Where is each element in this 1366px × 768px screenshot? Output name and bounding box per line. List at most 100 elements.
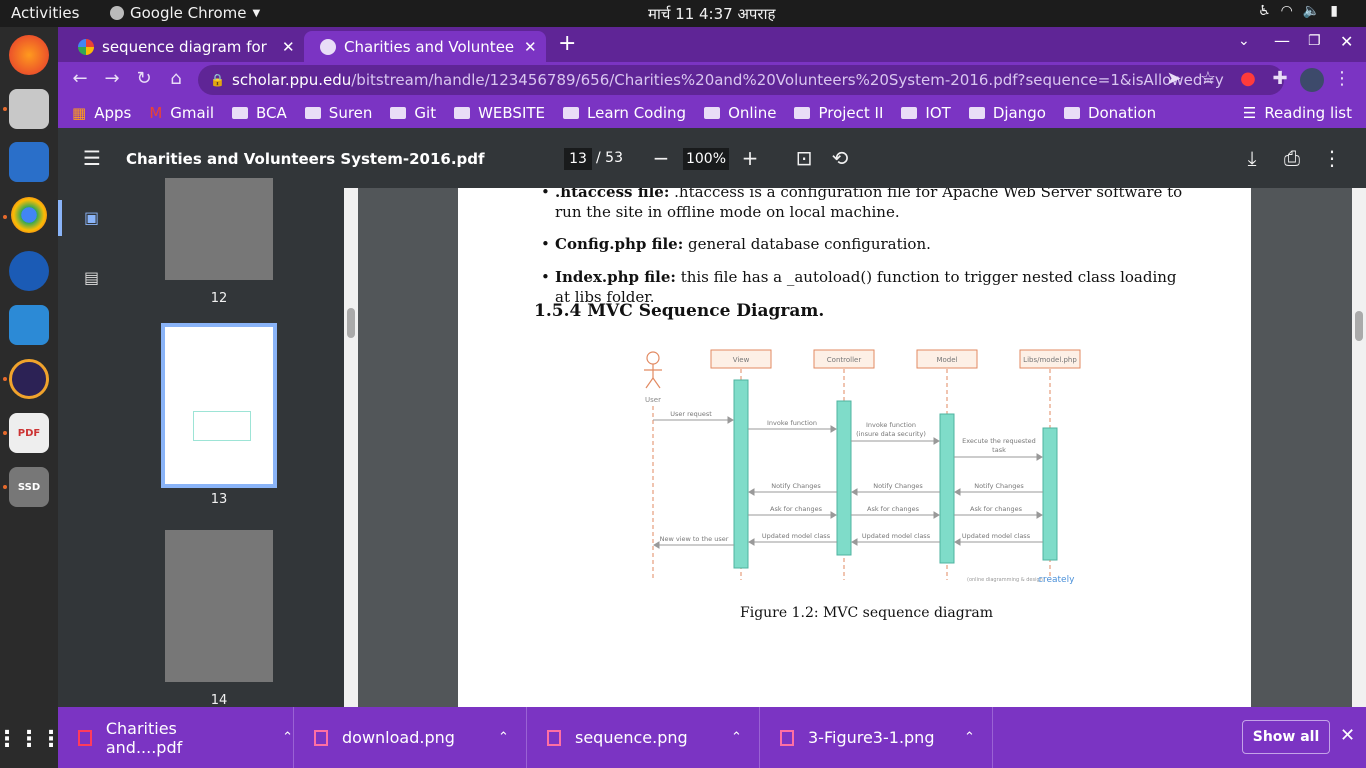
download-item[interactable]: sequence.png ⌃ <box>527 707 760 768</box>
sidebar-scrollbar[interactable] <box>344 188 358 707</box>
maximize-button[interactable]: ❐ <box>1308 33 1321 49</box>
arrowhead <box>830 425 837 433</box>
home-icon[interactable]: ⌂ <box>164 68 188 92</box>
new-tab-button[interactable]: + <box>558 31 576 56</box>
forward-icon[interactable]: → <box>100 68 124 92</box>
eclipse-icon[interactable] <box>9 359 49 399</box>
ssd-icon[interactable]: SSD <box>9 467 49 507</box>
bookmark-learn-coding[interactable]: Learn Coding <box>563 104 686 122</box>
firefox-icon[interactable] <box>9 35 49 75</box>
viewer-icon[interactable]: PDF <box>9 413 49 453</box>
avatar[interactable] <box>1300 68 1324 92</box>
print-icon[interactable]: ⎙ <box>1280 146 1304 170</box>
system-tray[interactable]: ♿ ◠ 🔈 ▮ <box>1258 3 1338 19</box>
chevron-up-icon[interactable]: ⌃ <box>498 730 509 745</box>
app-grid-icon[interactable]: ⋮⋮⋮ <box>0 719 62 759</box>
show-all-button[interactable]: Show all <box>1242 720 1330 754</box>
arrowhead <box>653 541 660 549</box>
image-icon[interactable]: ▣ <box>84 208 99 227</box>
download-filename: sequence.png <box>575 728 688 747</box>
app-menu[interactable]: Google Chrome ▼ <box>110 4 260 22</box>
more-icon[interactable]: ⋮ <box>1320 146 1344 170</box>
clock[interactable]: मार्च 11 4:37 अपराह <box>648 4 775 24</box>
thumbnail-view-icon[interactable] <box>58 200 62 236</box>
section-heading: 1.5.4 MVC Sequence Diagram. <box>534 301 825 321</box>
folder-icon <box>390 107 407 119</box>
bookmark-suren[interactable]: Suren <box>304 104 372 122</box>
bookmark-project-ii[interactable]: Project II <box>794 104 883 122</box>
message-label: Notify Changes <box>873 482 923 490</box>
files-icon[interactable] <box>9 89 49 129</box>
zoom-in-icon[interactable]: + <box>738 146 762 170</box>
bookmark-website[interactable]: WEBSITE <box>454 104 545 122</box>
bookmark-donation[interactable]: Donation <box>1063 104 1157 122</box>
fit-page-icon[interactable]: ⊡ <box>792 146 816 170</box>
page-thumbnail[interactable] <box>165 530 273 682</box>
bookmark-star-icon[interactable]: ☆ <box>1196 68 1220 92</box>
chevron-up-icon[interactable]: ⌃ <box>731 730 742 745</box>
app-icon[interactable] <box>9 251 49 291</box>
address-bar[interactable]: 🔒 scholar.ppu.edu/bitstream/handle/12345… <box>198 65 1284 95</box>
dock: PDF SSD ⋮⋮⋮ <box>0 27 62 768</box>
download-item[interactable]: download.png ⌃ <box>294 707 527 768</box>
chevron-up-icon[interactable]: ⌃ <box>964 730 975 745</box>
tab-search-icon[interactable]: ⌄ <box>1238 33 1250 49</box>
bookmark-apps[interactable]: ▦ Apps <box>72 104 131 122</box>
chevron-down-icon: ▼ <box>252 7 261 19</box>
bookmark-gmail[interactable]: M Gmail <box>149 104 214 122</box>
page-thumbnail[interactable] <box>165 178 273 280</box>
chevron-up-icon[interactable]: ⌃ <box>282 730 293 745</box>
download-item[interactable]: 3-Figure3-1.png ⌃ <box>760 707 993 768</box>
viewer-scrollbar[interactable] <box>1352 188 1366 707</box>
vscode-icon[interactable] <box>9 305 49 345</box>
bookmark-label: Gmail <box>170 104 215 122</box>
image-file-icon <box>780 729 794 746</box>
sidebar-menu-icon[interactable]: ☰ <box>80 146 104 170</box>
chrome-icon[interactable] <box>11 197 47 233</box>
page-number-input[interactable]: 13 <box>564 148 592 170</box>
activities-button[interactable]: Activities <box>11 4 79 22</box>
scroll-thumb[interactable] <box>347 308 355 338</box>
tab-charities-pdf[interactable]: Charities and Volunteers ✕ <box>304 31 546 62</box>
rotate-icon[interactable]: ⟲ <box>828 146 852 170</box>
zoom-input[interactable]: 100% <box>683 148 729 170</box>
bookmark-iot[interactable]: IOT <box>901 104 951 122</box>
close-icon[interactable]: ✕ <box>524 38 537 56</box>
minimize-button[interactable]: — <box>1274 31 1290 50</box>
bookmark-git[interactable]: Git <box>390 104 436 122</box>
image-file-icon <box>314 729 328 746</box>
zoom-out-icon[interactable]: − <box>649 146 673 170</box>
globe-icon <box>320 38 336 55</box>
reading-list-button[interactable]: ☰ Reading list <box>1243 104 1352 122</box>
outline-icon[interactable]: ▤ <box>84 268 99 287</box>
menu-icon[interactable]: ⋮ <box>1330 68 1354 92</box>
battery-icon: ▮ <box>1330 3 1338 19</box>
bookmark-label: Project II <box>818 104 884 122</box>
back-icon[interactable]: ← <box>68 68 92 92</box>
bookmark-bca[interactable]: BCA <box>232 104 287 122</box>
close-icon[interactable]: ✕ <box>282 38 295 56</box>
bookmark-label: Donation <box>1087 104 1157 122</box>
download-filename: download.png <box>342 728 455 747</box>
bookmark-online[interactable]: Online <box>704 104 776 122</box>
writer-icon[interactable] <box>9 142 49 182</box>
extensions-icon[interactable]: ✚ <box>1268 68 1292 92</box>
running-indicator <box>3 377 7 381</box>
reading-list-label: Reading list <box>1264 104 1352 122</box>
scroll-thumb[interactable] <box>1355 311 1363 341</box>
folder-icon <box>563 107 580 119</box>
tab-sequence-diagram[interactable]: sequence diagram for cha ✕ <box>58 31 304 62</box>
reload-icon[interactable]: ↻ <box>132 68 156 92</box>
page-thumbnail-current[interactable] <box>161 323 277 488</box>
message-label: Updated model class <box>762 532 831 540</box>
download-item[interactable]: Charities and....pdf ⌃ <box>58 707 294 768</box>
close-icon[interactable]: ✕ <box>1340 725 1355 746</box>
send-icon[interactable]: ➤ <box>1162 68 1186 92</box>
bookmark-django[interactable]: Django <box>968 104 1046 122</box>
extension-red-icon[interactable]: ● <box>1236 68 1260 92</box>
url-path: /bitstream/handle/123456789/656/Charitie… <box>351 71 1224 89</box>
running-indicator <box>3 107 7 111</box>
close-window-button[interactable]: ✕ <box>1340 32 1353 51</box>
arrowhead <box>830 511 837 519</box>
download-icon[interactable]: ⤓ <box>1240 146 1264 170</box>
